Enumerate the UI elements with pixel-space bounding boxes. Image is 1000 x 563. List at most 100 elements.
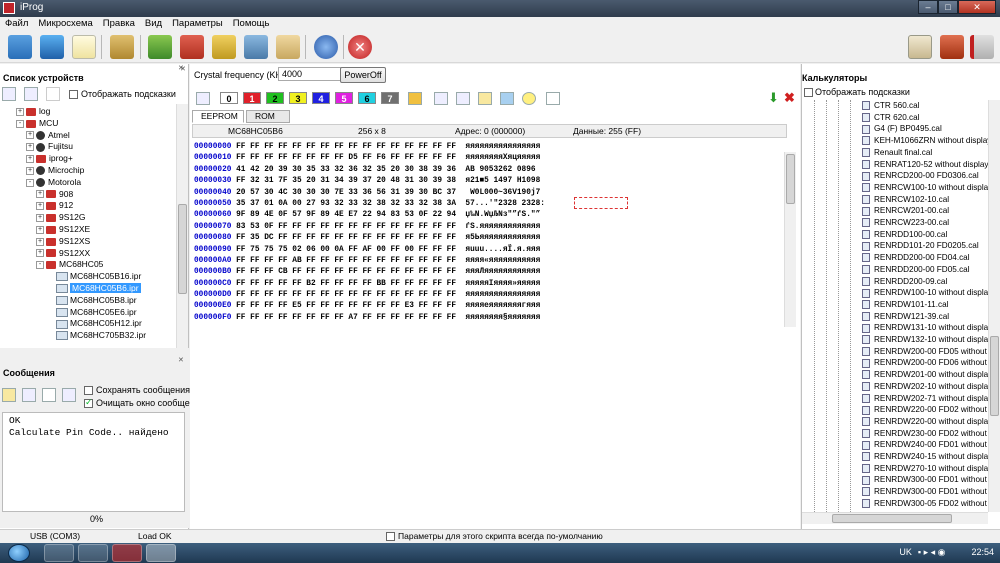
hex-bytes[interactable]: 20 57 30 4C 30 30 30 7E 33 36 56 31 39 3… [236, 189, 456, 197]
calc-file-item[interactable]: CTR 560.cal [862, 101, 920, 113]
chip-read-icon[interactable] [148, 35, 172, 59]
delete-icon[interactable]: ✖ [784, 91, 796, 105]
open-folder-icon[interactable] [8, 35, 32, 59]
scroll-thumb[interactable] [990, 336, 999, 416]
color-button[interactable]: 4 [312, 92, 330, 104]
start-button[interactable] [8, 544, 30, 562]
maximize-button[interactable]: □ [938, 0, 958, 14]
calc-file-item[interactable]: RENRDW200-00 FD06 without [862, 358, 987, 370]
hex-ascii[interactable]: яuuu....яЇ.я.яяя [465, 246, 540, 254]
edit-mode-icon[interactable] [196, 92, 210, 105]
calc-file-item[interactable]: G4 (F) BP0495.cal [862, 124, 942, 136]
show-hints-checkbox[interactable] [804, 88, 813, 97]
hex-ascii[interactable]: яяяяяяяяяяяяяяяя [465, 143, 540, 151]
poweroff-button[interactable]: PowerOff [340, 67, 386, 83]
calc-file-item[interactable]: RENRCD200-00 FD0306.cal [862, 171, 979, 183]
menu-chip[interactable]: Микросхема [33, 17, 97, 31]
tree-view-icon[interactable] [2, 87, 16, 101]
color-button[interactable]: 5 [335, 92, 353, 104]
tree-item[interactable]: MC68HC05H12.ipr [46, 318, 142, 330]
tree-item[interactable]: MC68HC05B6.ipr [46, 283, 141, 295]
hex-bytes[interactable]: FF 35 DC FF FF FF FF FF FF FF FF FF FF F… [236, 234, 456, 242]
expand-icon[interactable]: + [26, 166, 34, 175]
hex-ascii[interactable]: яяяЛяяяяяяяяяяяя [465, 268, 540, 276]
chip-icon[interactable] [110, 35, 134, 59]
hex-row[interactable]: 00000060 9F 89 4E 0F 57 9F 89 4E E7 22 9… [194, 210, 776, 221]
list-view-icon[interactable] [24, 87, 38, 101]
scroll-thumb[interactable] [832, 514, 952, 523]
iprog-taskbar-icon[interactable] [146, 544, 176, 562]
hex-ascii[interactable]: яяяяеяяяяяяягяяя [465, 302, 540, 310]
stop-icon[interactable]: ✕ [348, 35, 372, 59]
calc-file-item[interactable]: RENRDD200-00 FD04.cal [862, 253, 970, 265]
calc-file-item[interactable]: RENRDW300-05 FD02 without [862, 499, 987, 511]
calc-file-item[interactable]: RENRDW100-10 without display [862, 288, 988, 300]
hex-bytes[interactable]: FF FF FF FF FF FF FF FF FF FF FF FF FF F… [236, 291, 456, 299]
expand-icon[interactable]: + [26, 154, 34, 163]
tab-eeprom[interactable]: EEPROM [192, 110, 244, 123]
calc-file-item[interactable]: RENRDD200-09.cal [862, 277, 947, 289]
menu-view[interactable]: Вид [140, 17, 167, 31]
calc-vertical-scrollbar[interactable] [988, 100, 1000, 512]
chip-verify-icon[interactable] [212, 35, 236, 59]
chip-blank-icon[interactable] [276, 35, 300, 59]
calc-file-item[interactable]: RENRDW101-11.cal [862, 300, 948, 312]
hex-row[interactable]: 00000080 FF 35 DC FF FF FF FF FF FF FF F… [194, 233, 776, 244]
hex-bytes[interactable]: FF 32 31 7F 35 20 31 34 39 37 20 48 31 3… [236, 177, 456, 185]
clear-messages-checkbox[interactable] [84, 397, 93, 408]
menu-file[interactable]: Файл [0, 17, 33, 31]
hex-bytes[interactable]: FF 75 75 75 02 06 00 0A FF AF 00 FF 00 F… [236, 246, 456, 254]
list-icon[interactable] [434, 92, 448, 105]
notes-icon[interactable] [908, 35, 932, 59]
lightbulb-icon[interactable] [522, 92, 536, 105]
hex-row[interactable]: 00000000 FF FF FF FF FF FF FF FF FF FF F… [194, 142, 776, 153]
scroll-thumb[interactable] [178, 204, 187, 294]
calc-file-item[interactable]: RENRCW223-00.cal [862, 218, 949, 230]
calc-file-item[interactable]: RENRDW220-00 without display [862, 417, 988, 429]
tree-item[interactable]: +908 [36, 189, 73, 201]
refresh-icon[interactable] [500, 92, 514, 105]
calc-file-item[interactable]: RENRDW131-10 without display [862, 323, 988, 335]
script-default-checkbox[interactable] [386, 532, 395, 541]
calc-file-item[interactable]: RENRDW220-00 FD02 without [862, 405, 987, 417]
calc-horizontal-scrollbar[interactable] [802, 512, 988, 524]
hex-ascii[interactable]: ѓS.яяяяяяяяяяяяя [465, 223, 540, 231]
hex-row[interactable]: 00000090 FF 75 75 75 02 06 00 0A FF AF 0… [194, 245, 776, 256]
clock[interactable]: 22:54 [971, 547, 994, 558]
hex-ascii[interactable]: AB 9053262 0896 [465, 166, 535, 174]
expand-icon[interactable]: + [36, 190, 44, 199]
expand-icon[interactable]: + [36, 249, 44, 258]
hex-row[interactable]: 00000050 35 37 01 0A 00 27 93 32 33 32 3… [194, 199, 776, 210]
paste-icon[interactable] [62, 388, 76, 402]
hex-row[interactable]: 000000E0 FF FF FF FF E5 FF FF FF FF FF F… [194, 301, 776, 312]
tree-item[interactable]: MC68HC705B32.ipr [46, 330, 146, 342]
page-icon[interactable] [546, 92, 560, 105]
expand-icon[interactable]: + [36, 237, 44, 246]
hex-row[interactable]: 00000030 FF 32 31 7F 35 20 31 34 39 37 2… [194, 176, 776, 187]
pin-icon[interactable]: ✕ [180, 65, 186, 73]
search-icon[interactable] [46, 87, 60, 101]
language-indicator[interactable]: UK [899, 547, 912, 558]
hex-vertical-scrollbar[interactable] [784, 152, 796, 327]
calc-file-item[interactable]: KEH-M1066ZRN without display [862, 136, 988, 148]
hex-row[interactable]: 000000C0 FF FF FF FF FF B2 FF FF FF FF B… [194, 279, 776, 290]
calc-file-item[interactable]: RENRCW201-00.cal [862, 206, 949, 218]
calc-file-item[interactable]: CTR 620.cal [862, 113, 920, 125]
tree-item[interactable]: + log [16, 106, 50, 118]
calc-file-item[interactable]: RENRAT120-52 without display [862, 160, 988, 172]
hex-bytes[interactable]: FF FF FF FF FF FF FF FF FF FF FF FF FF F… [236, 143, 456, 151]
hex-ascii[interactable]: яяяяяяяя§яяяяяяя [465, 314, 540, 322]
color-button[interactable]: 7 [381, 92, 399, 104]
expand-icon[interactable]: + [36, 202, 44, 211]
hex-ascii[interactable]: яяяяяІяяяя»яяяяя [465, 280, 540, 288]
calc-file-item[interactable]: RENRDW270-10 without display [862, 464, 988, 476]
show-hints-checkbox[interactable] [69, 90, 78, 99]
hex-ascii[interactable]: яяяяяяяяХяцяяяяя [465, 154, 540, 162]
hex-row[interactable]: 00000010 FF FF FF FF FF FF FF FF D5 FF F… [194, 153, 776, 164]
save-messages-checkbox[interactable] [84, 386, 93, 395]
save-icon[interactable] [40, 35, 64, 59]
pin-icon[interactable]: ✕ [178, 356, 184, 364]
download-arrow-icon[interactable]: ⬇ [768, 91, 780, 105]
collapse-icon[interactable]: - [36, 261, 44, 270]
expand-icon[interactable]: + [16, 107, 24, 116]
